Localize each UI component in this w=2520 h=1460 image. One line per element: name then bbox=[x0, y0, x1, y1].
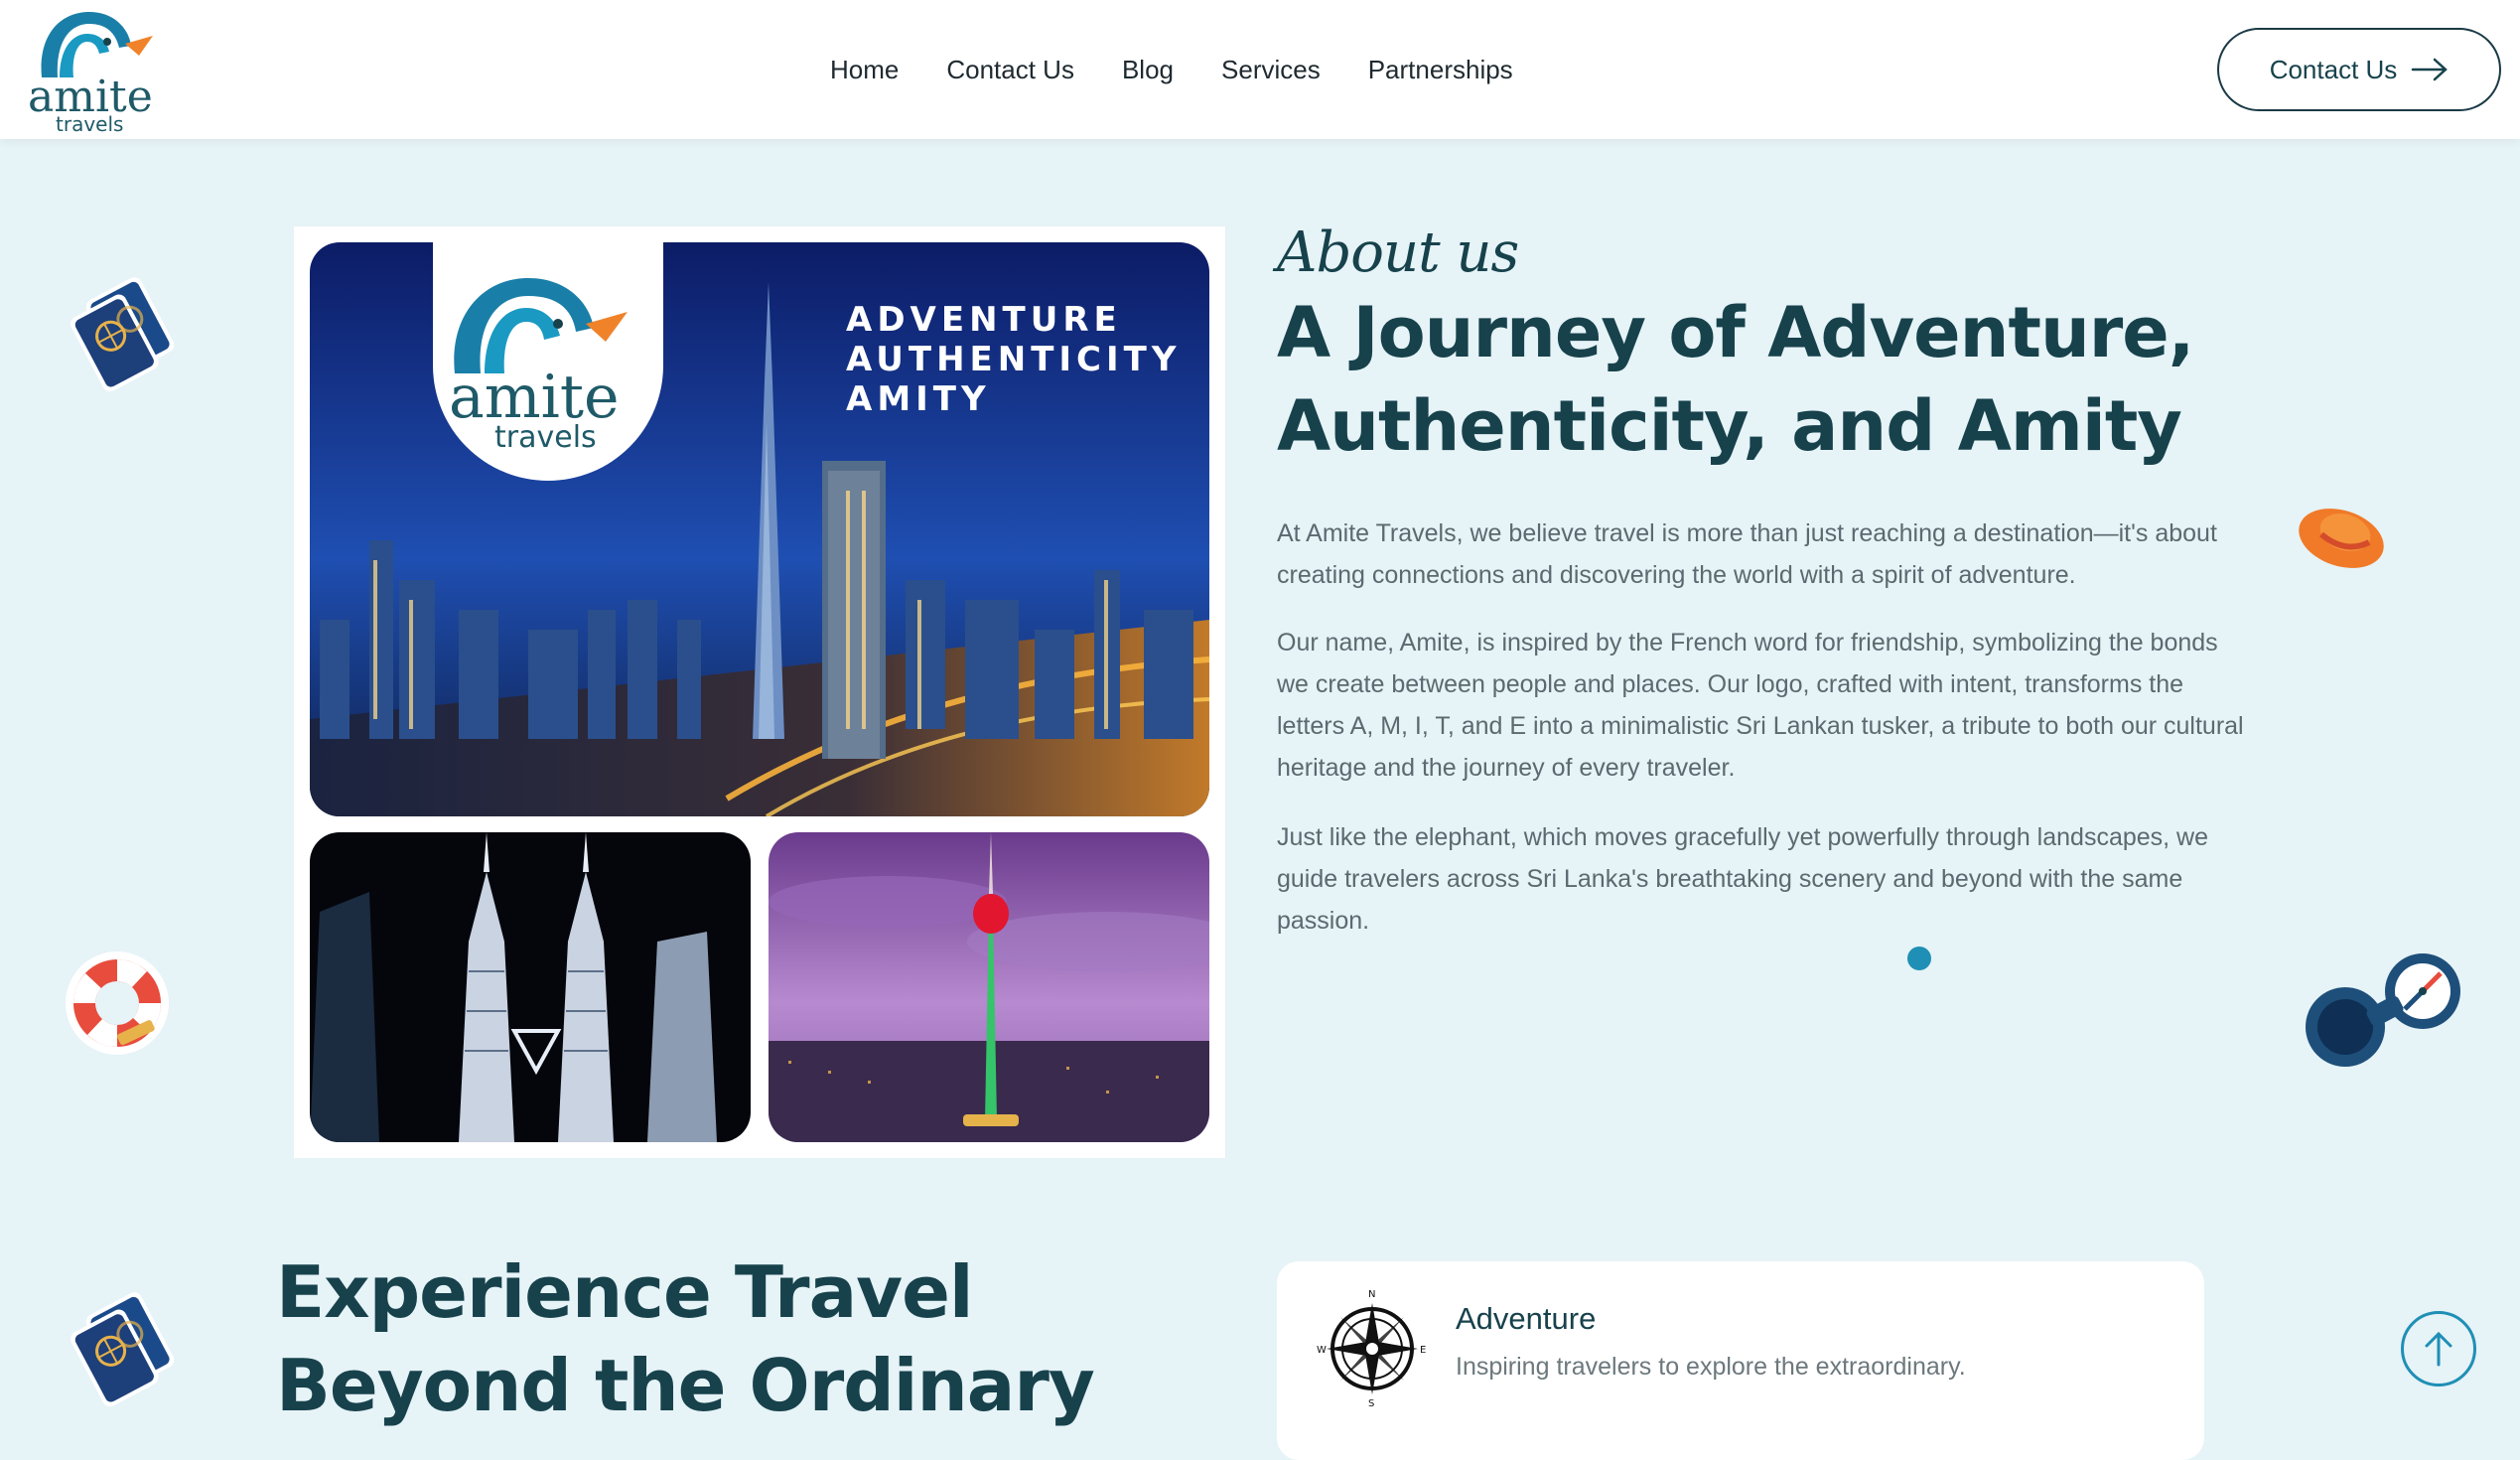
nav-contact-us[interactable]: Contact Us bbox=[946, 52, 1074, 87]
lifebuoy-icon bbox=[66, 951, 169, 1055]
tagline-line-2: AUTHENTICITY bbox=[846, 340, 1182, 379]
scroll-to-top-button[interactable] bbox=[2401, 1311, 2476, 1387]
about-paragraph-3: Just like the elephant, which moves grac… bbox=[1277, 823, 2209, 935]
tagline-line-3: AMITY bbox=[846, 379, 991, 419]
nav-blog[interactable]: Blog bbox=[1122, 52, 1174, 87]
experience-title: Experience Travel Beyond the Ordinary bbox=[276, 1250, 1095, 1427]
feature-title: Adventure bbox=[1456, 1301, 1597, 1336]
site-header: amite travels Home Contact Us Blog Servi… bbox=[0, 0, 2520, 139]
compass-icon: N E S W bbox=[1317, 1289, 1426, 1408]
about-eyebrow: About us bbox=[1277, 220, 1519, 285]
collage-tagline: ADVENTURE AUTHENTICITY AMITY bbox=[846, 300, 1181, 419]
amite-badge: amite travels bbox=[433, 242, 663, 481]
feature-description: Inspiring travelers to explore the extra… bbox=[1456, 1353, 1966, 1381]
decorative-dot bbox=[1907, 947, 1931, 970]
svg-text:travels: travels bbox=[494, 420, 597, 455]
nav-partnerships[interactable]: Partnerships bbox=[1368, 52, 1513, 87]
contact-us-button[interactable]: Contact Us bbox=[2217, 28, 2501, 111]
about-paragraph-2: Our name, Amite, is inspired by the Fren… bbox=[1277, 629, 2244, 782]
about-paragraph-1: At Amite Travels, we believe travel is m… bbox=[1277, 519, 2217, 589]
svg-text:W: W bbox=[1317, 1345, 1327, 1356]
contact-us-label: Contact Us bbox=[2269, 54, 2398, 84]
amite-logo-mark: amite travels bbox=[28, 12, 153, 136]
about-title: A Journey of Adventure, Authenticity, an… bbox=[1277, 292, 2194, 467]
amite-logo[interactable]: amite travels bbox=[28, 6, 159, 136]
passport-icon bbox=[70, 277, 175, 392]
arrow-right-icon bbox=[2412, 58, 2449, 81]
tagline-line-1: ADVENTURE bbox=[846, 300, 1122, 340]
svg-text:travels: travels bbox=[56, 112, 123, 133]
svg-text:S: S bbox=[1368, 1398, 1374, 1408]
lotus-tower-photo bbox=[769, 832, 1209, 1142]
feature-card-adventure: N E S W Adventure Inspiring travelers to… bbox=[1277, 1261, 2204, 1460]
binoculars-icon bbox=[2306, 953, 2460, 1067]
nav-home[interactable]: Home bbox=[830, 52, 899, 87]
svg-text:N: N bbox=[1368, 1289, 1375, 1300]
about-collage: amite travels ADVENTURE AUTHENTICITY AMI… bbox=[294, 226, 1225, 1158]
petronas-towers-photo bbox=[310, 832, 751, 1142]
svg-text:E: E bbox=[1420, 1345, 1426, 1356]
amite-badge-logo: amite travels bbox=[449, 278, 628, 455]
arrow-up-icon bbox=[2425, 1331, 2452, 1367]
hat-icon bbox=[2299, 509, 2384, 568]
nav-services[interactable]: Services bbox=[1221, 52, 1321, 87]
passport-icon bbox=[70, 1292, 175, 1407]
main-nav: Home Contact Us Blog Services Partnershi… bbox=[830, 52, 1561, 87]
